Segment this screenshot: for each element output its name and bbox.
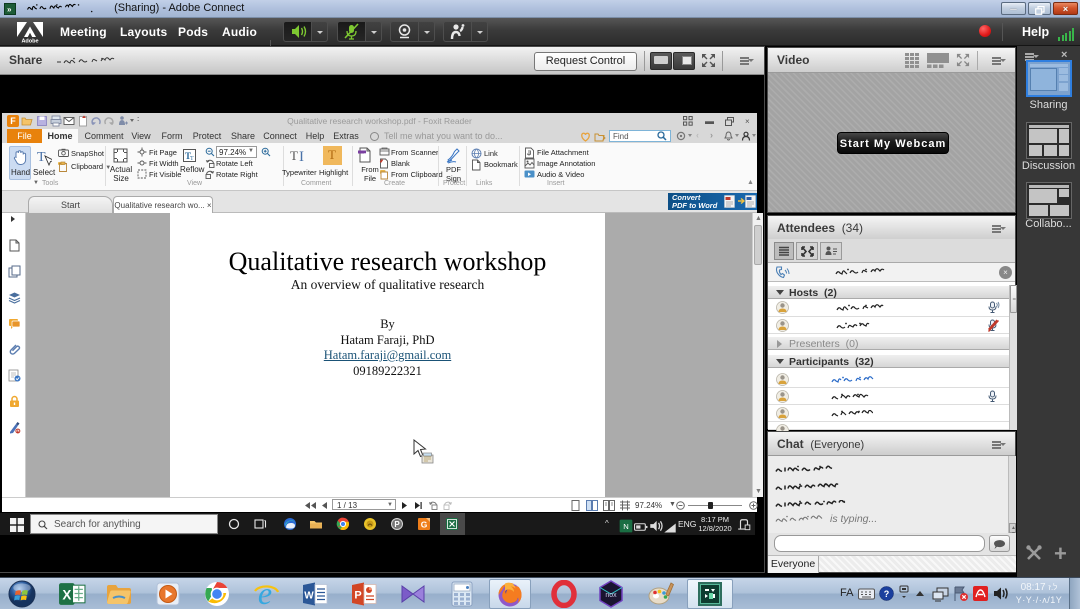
- svg-text:P: P: [394, 520, 400, 529]
- svg-text:X: X: [62, 588, 71, 603]
- svg-text:T: T: [190, 156, 194, 162]
- svg-text:G: G: [421, 520, 428, 530]
- svg-text:I: I: [299, 149, 304, 163]
- svg-text:e: e: [258, 580, 272, 608]
- svg-text:W: W: [304, 591, 314, 602]
- svg-text:N: N: [623, 522, 629, 531]
- svg-text:Adobe: Adobe: [21, 39, 38, 44]
- svg-text:P: P: [354, 590, 361, 602]
- svg-text:T: T: [290, 148, 298, 163]
- svg-text:nox: nox: [605, 592, 617, 599]
- svg-text:?: ?: [884, 589, 890, 599]
- svg-text:T: T: [37, 150, 46, 165]
